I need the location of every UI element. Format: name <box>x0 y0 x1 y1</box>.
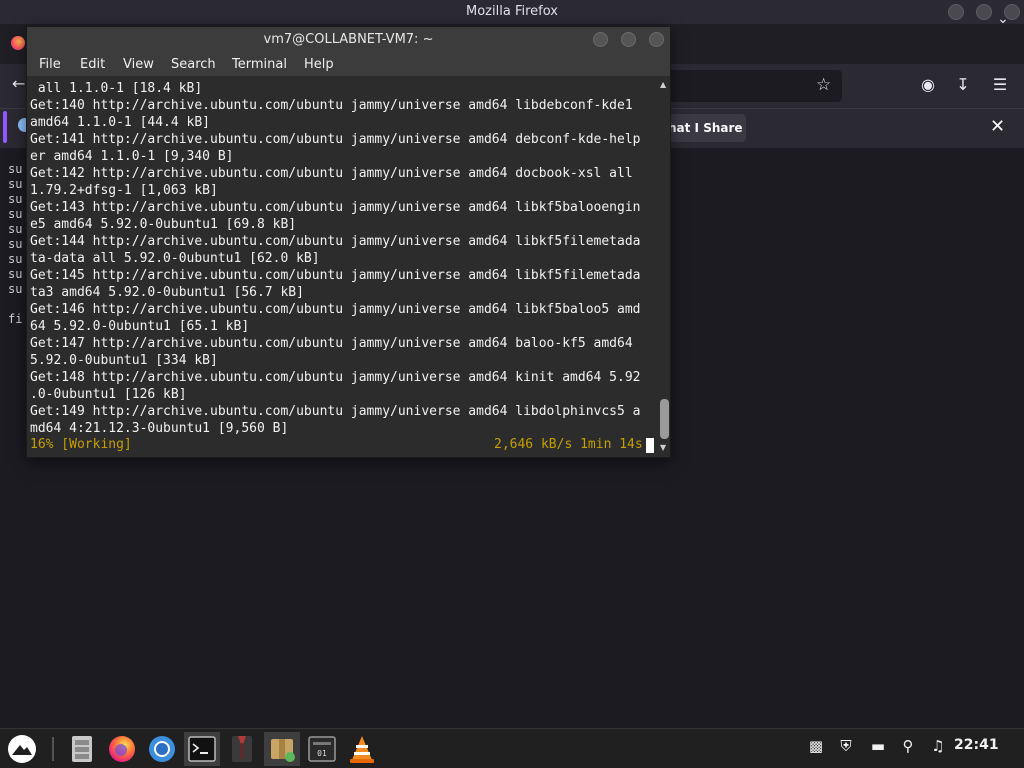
terminal-title: vm7@COLLABNET-VM7: ~ <box>263 32 434 47</box>
shield-icon[interactable]: ⛨ <box>836 737 856 755</box>
downloads-icon[interactable]: ↧ <box>953 75 973 94</box>
firefox-page-text: su su su su su su su su su fi <box>8 162 22 327</box>
terminal-icon[interactable] <box>184 732 220 766</box>
terminal-titlebar[interactable]: vm7@COLLABNET-VM7: ~ <box>27 27 670 53</box>
menu-terminal[interactable]: Terminal <box>232 57 287 72</box>
bookmark-star-icon[interactable]: ☆ <box>816 75 831 95</box>
apt-download-speed: 2,646 kB/s 1min 14s <box>494 437 643 452</box>
scroll-up-icon[interactable]: ▲ <box>660 80 666 89</box>
menu-file[interactable]: File <box>39 57 61 72</box>
file-manager-icon[interactable] <box>64 732 100 766</box>
menu-view[interactable]: View <box>123 57 154 72</box>
terminal-line: Get:142 http://archive.ubuntu.com/ubuntu… <box>30 166 633 181</box>
firefox-titlebar[interactable]: Mozilla Firefox <box>0 0 1024 24</box>
firefox-window-title: Mozilla Firefox <box>466 4 558 19</box>
svg-text:01: 01 <box>317 749 327 758</box>
notification-accent <box>3 111 7 143</box>
scrollbar-thumb[interactable] <box>660 399 669 439</box>
page-text-line <box>8 297 22 312</box>
terminal-close-button[interactable] <box>649 32 664 47</box>
chromium-icon[interactable] <box>144 732 180 766</box>
terminal-line: Get:147 http://archive.ubuntu.com/ubuntu… <box>30 336 633 351</box>
terminal-lines: all 1.1.0-1 [18.4 kB] Get:140 http://arch… <box>30 80 640 437</box>
music-icon[interactable]: ♫ <box>928 737 948 755</box>
menu-edit[interactable]: Edit <box>80 57 105 72</box>
chevron-down-icon[interactable]: ⌄ <box>994 10 1012 28</box>
terminal-cursor <box>646 438 654 453</box>
terminal-line: Get:140 http://archive.ubuntu.com/ubuntu… <box>30 98 633 113</box>
page-text-line: su <box>8 237 23 251</box>
firefox-icon[interactable] <box>104 732 140 766</box>
close-icon[interactable]: ✕ <box>990 116 1005 137</box>
apt-progress-status: 16% [Working] <box>30 437 132 452</box>
terminal-line: all 1.1.0-1 [18.4 kB] <box>30 81 203 96</box>
hamburger-menu-icon[interactable]: ☰ <box>990 75 1010 94</box>
terminal-output[interactable]: all 1.1.0-1 [18.4 kB] Get:140 http://arch… <box>27 77 658 457</box>
page-text-line: su <box>8 282 23 296</box>
terminal-line: amd64 1.1.0-1 [44.4 kB] <box>30 115 211 130</box>
terminal-line: ta-data all 5.92.0-0ubuntu1 [62.0 kB] <box>30 251 320 266</box>
pocket-icon[interactable]: ◉ <box>918 75 938 94</box>
firefox-minimize-button[interactable] <box>948 4 964 20</box>
terminal-line: Get:146 http://archive.ubuntu.com/ubuntu… <box>30 302 641 317</box>
terminal-window[interactable]: vm7@COLLABNET-VM7: ~ File Edit View Sear… <box>26 26 671 458</box>
page-text-line: fi <box>8 312 23 326</box>
terminal-line: ta3 amd64 5.92.0-0ubuntu1 [56.7 kB] <box>30 285 304 300</box>
gnome-tweaks-icon[interactable] <box>224 732 260 766</box>
keyboard-icon[interactable]: ▬ <box>868 737 888 755</box>
start-menu-icon[interactable] <box>4 732 40 766</box>
terminal-line: Get:148 http://archive.ubuntu.com/ubuntu… <box>30 370 641 385</box>
terminal-line: 1.79.2+dfsg-1 [1,063 kB] <box>30 183 218 198</box>
terminal-line: Get:149 http://archive.ubuntu.com/ubuntu… <box>30 404 641 419</box>
scroll-down-icon[interactable]: ▼ <box>660 443 666 452</box>
terminal-line: Get:144 http://archive.ubuntu.com/ubuntu… <box>30 234 641 249</box>
page-text-line: su <box>8 192 23 206</box>
terminal-line: md64 4:21.12.3-0ubuntu1 [9,560 B] <box>30 421 289 436</box>
terminal-line: Get:143 http://archive.ubuntu.com/ubuntu… <box>30 200 641 215</box>
terminal-line: er amd64 1.1.0-1 [9,340 B] <box>30 149 234 164</box>
desktop: Mozilla Firefox ⌄ ← ☆ ◉ ↧ ☰ hat I Share … <box>0 0 1024 768</box>
page-text-line: su <box>8 177 23 191</box>
page-text-line: su <box>8 162 23 176</box>
menu-help[interactable]: Help <box>304 57 334 72</box>
terminal-line: .0-0ubuntu1 [126 kB] <box>30 387 187 402</box>
page-text-line: su <box>8 222 23 236</box>
vlc-icon[interactable] <box>344 732 380 766</box>
terminal-menubar: File Edit View Search Terminal Help <box>27 53 670 77</box>
back-arrow-icon[interactable]: ← <box>12 74 25 93</box>
terminal-line: 5.92.0-0ubuntu1 [334 kB] <box>30 353 218 368</box>
terminal-line: 64 5.92.0-0ubuntu1 [65.1 kB] <box>30 319 250 334</box>
clock[interactable]: 22:41 <box>954 737 999 753</box>
clipboard-icon[interactable]: ▩ <box>806 737 826 755</box>
terminal-line: Get:145 http://archive.ubuntu.com/ubuntu… <box>30 268 641 283</box>
terminal-maximize-button[interactable] <box>621 32 636 47</box>
terminal-line: e5 amd64 5.92.0-0ubuntu1 [69.8 kB] <box>30 217 297 232</box>
firefox-tab-icon[interactable] <box>11 36 25 50</box>
network-icon[interactable]: ⚲ <box>898 737 918 755</box>
page-text-line: su <box>8 207 23 221</box>
terminal-line: Get:141 http://archive.ubuntu.com/ubuntu… <box>30 132 641 147</box>
menu-search[interactable]: Search <box>171 57 216 72</box>
system-monitor-icon[interactable]: 01 <box>304 732 340 766</box>
archive-manager-icon[interactable] <box>264 732 300 766</box>
page-text-line: su <box>8 252 23 266</box>
taskbar-separator <box>52 737 54 761</box>
firefox-maximize-button[interactable] <box>976 4 992 20</box>
terminal-minimize-button[interactable] <box>593 32 608 47</box>
page-text-line: su <box>8 267 23 281</box>
